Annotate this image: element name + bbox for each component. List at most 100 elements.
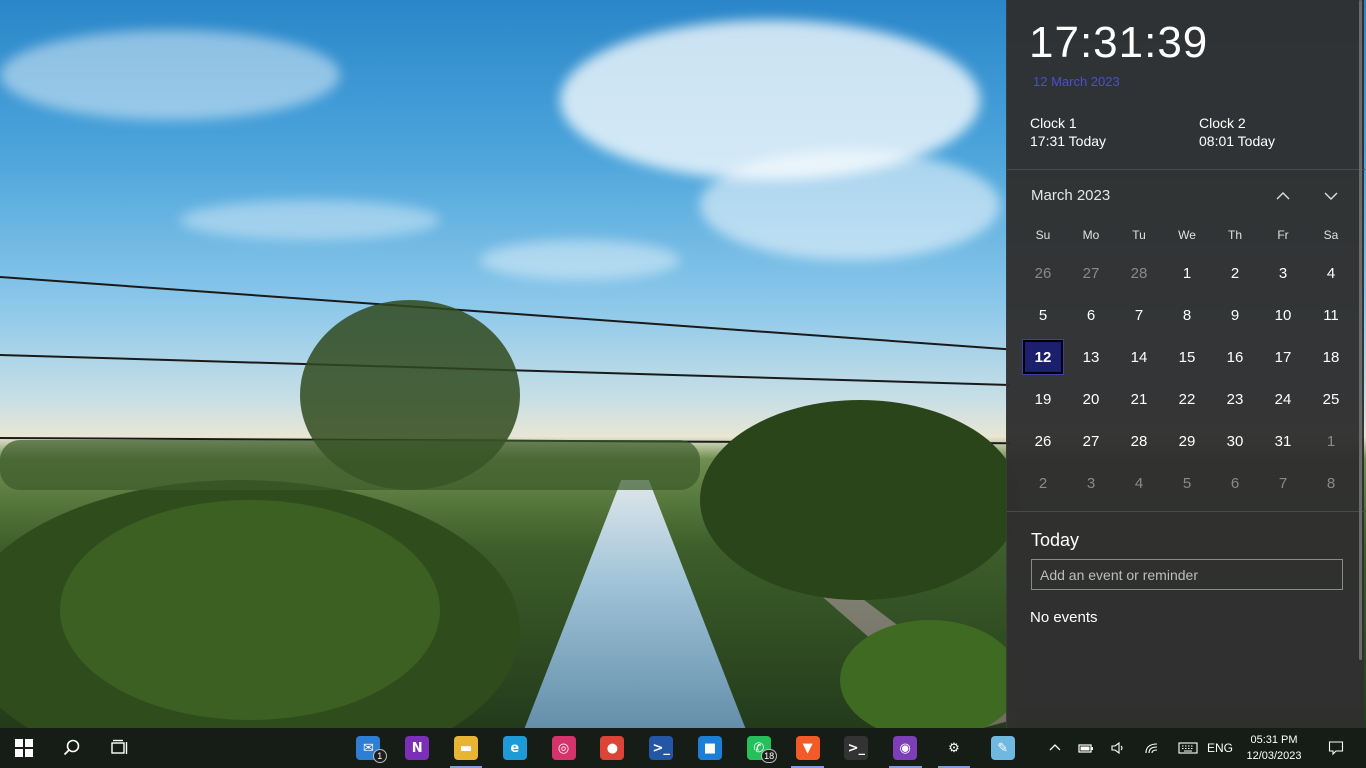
weekday-label: We (1178, 228, 1196, 242)
action-center-button[interactable] (1314, 728, 1358, 768)
calendar-day[interactable]: 29 (1163, 420, 1211, 462)
calendar-day-today[interactable]: 12 (1019, 336, 1067, 378)
add-event-input[interactable] (1031, 559, 1343, 590)
calendar-day[interactable]: 30 (1211, 420, 1259, 462)
taskbar-app-terminal[interactable]: >_ (832, 728, 881, 768)
calendar-day[interactable]: 18 (1307, 336, 1355, 378)
calendar-day[interactable]: 19 (1019, 378, 1067, 420)
weekday-label: Th (1227, 228, 1242, 242)
next-month-button[interactable] (1319, 184, 1343, 208)
taskbar-app-mail[interactable]: ✉ 1 (344, 728, 393, 768)
additional-clock-2: Clock 2 08:01 Today (1199, 114, 1275, 150)
battery-button[interactable] (1070, 728, 1102, 768)
input-language-button[interactable]: ENG (1206, 728, 1234, 768)
taskbar-app-brave[interactable]: ▼ (783, 728, 832, 768)
calendar-day-number: 31 (1274, 432, 1292, 450)
calendar-day[interactable]: 3 (1067, 462, 1115, 504)
notification-count-badge: 1 (372, 749, 387, 763)
calendar-day[interactable]: 26 (1019, 420, 1067, 462)
taskbar-time: 05:31 PM (1250, 734, 1298, 746)
paint-icon: ✎ (990, 736, 1015, 760)
calendar-day[interactable]: 24 (1259, 378, 1307, 420)
flyout-scrollbar[interactable] (1359, 0, 1362, 660)
calendar-day[interactable]: 13 (1067, 336, 1115, 378)
calendar-day[interactable]: 6 (1211, 462, 1259, 504)
taskbar-app-instagram[interactable]: ◎ (539, 728, 588, 768)
taskbar-app-onenote[interactable]: N (393, 728, 442, 768)
task-view-button[interactable] (96, 728, 144, 768)
volume-button[interactable] (1102, 728, 1134, 768)
calendar-day-number: 16 (1226, 348, 1244, 366)
calendar-day[interactable]: 4 (1307, 252, 1355, 294)
chevron-up-icon (1049, 744, 1061, 751)
calendar-day[interactable]: 15 (1163, 336, 1211, 378)
calendar-day[interactable]: 16 (1211, 336, 1259, 378)
no-events-text: No events (1030, 609, 1098, 626)
calendar-day[interactable]: 28 (1115, 252, 1163, 294)
calendar-day-number: 6 (1230, 474, 1240, 492)
calendar-day[interactable]: 6 (1067, 294, 1115, 336)
calendar-day-number: 17 (1274, 348, 1292, 366)
wifi-icon (1145, 743, 1158, 754)
calendar-day[interactable]: 23 (1211, 378, 1259, 420)
calendar-day[interactable]: 1 (1163, 252, 1211, 294)
calendar-day[interactable]: 3 (1259, 252, 1307, 294)
weekday-header: Su Mo Tu We Th Fr Sa (1019, 228, 1355, 242)
calendar-day-number: 9 (1230, 306, 1240, 324)
calendar-day[interactable]: 14 (1115, 336, 1163, 378)
calendar-day-number: 15 (1178, 348, 1196, 366)
calendar-day[interactable]: 22 (1163, 378, 1211, 420)
show-hidden-icons-button[interactable] (1040, 728, 1070, 768)
calendar-day[interactable]: 8 (1163, 294, 1211, 336)
calendar-day[interactable]: 2 (1211, 252, 1259, 294)
clock-2-name: Clock 2 (1199, 115, 1246, 131)
calendar-day-number: 27 (1082, 432, 1100, 450)
calendar-day[interactable]: 21 (1115, 378, 1163, 420)
taskbar-clock-button[interactable]: 05:31 PM 12/03/2023 (1234, 728, 1314, 768)
calendar-day[interactable]: 28 (1115, 420, 1163, 462)
calendar-day[interactable]: 11 (1307, 294, 1355, 336)
weekday-label: Mo (1082, 228, 1100, 242)
taskbar-app-settings[interactable]: ⚙ (930, 728, 979, 768)
taskbar-app-chrome[interactable]: ● (588, 728, 637, 768)
taskbar-app-file-explorer[interactable]: ▬ (442, 728, 491, 768)
calendar-day-number: 21 (1130, 390, 1148, 408)
calendar-day[interactable]: 1 (1307, 420, 1355, 462)
calendar-day[interactable]: 26 (1019, 252, 1067, 294)
taskbar-app-powershell[interactable]: >_ (637, 728, 686, 768)
calendar-day[interactable]: 20 (1067, 378, 1115, 420)
network-button[interactable] (1134, 728, 1170, 768)
github-desktop-icon: ◉ (893, 736, 918, 760)
calendar-day[interactable]: 7 (1259, 462, 1307, 504)
calendar-day[interactable]: 10 (1259, 294, 1307, 336)
calendar-day[interactable]: 27 (1067, 420, 1115, 462)
calendar-day[interactable]: 2 (1019, 462, 1067, 504)
calendar-day[interactable]: 31 (1259, 420, 1307, 462)
calendar-day-number: 3 (1278, 264, 1288, 282)
taskbar-app-edge[interactable]: e (490, 728, 539, 768)
weekday-label: Su (1035, 228, 1051, 242)
calendar-day[interactable]: 4 (1115, 462, 1163, 504)
search-button[interactable] (48, 728, 96, 768)
taskbar-app-github-desktop[interactable]: ◉ (881, 728, 930, 768)
start-button[interactable] (0, 728, 48, 768)
calendar-day[interactable]: 17 (1259, 336, 1307, 378)
calendar-day[interactable]: 5 (1163, 462, 1211, 504)
current-date-link[interactable]: 12 March 2023 (1033, 74, 1120, 89)
touch-keyboard-button[interactable] (1170, 728, 1206, 768)
calendar-day[interactable]: 25 (1307, 378, 1355, 420)
calendar-day[interactable]: 5 (1019, 294, 1067, 336)
system-tray: ENG 05:31 PM 12/03/2023 (1040, 728, 1358, 768)
calendar-day[interactable]: 7 (1115, 294, 1163, 336)
calendar-day[interactable]: 8 (1307, 462, 1355, 504)
calendar-day-number: 28 (1130, 264, 1148, 282)
taskbar-app-paint[interactable]: ✎ (978, 728, 1027, 768)
calendar-day[interactable]: 9 (1211, 294, 1259, 336)
store-icon: ■ (697, 736, 722, 760)
taskbar-app-store[interactable]: ■ (686, 728, 735, 768)
agenda-title: Today (1031, 530, 1080, 550)
month-title[interactable]: March 2023 (1031, 187, 1110, 204)
calendar-day[interactable]: 27 (1067, 252, 1115, 294)
taskbar-app-whatsapp[interactable]: ✆ 18 (734, 728, 783, 768)
previous-month-button[interactable] (1271, 184, 1295, 208)
